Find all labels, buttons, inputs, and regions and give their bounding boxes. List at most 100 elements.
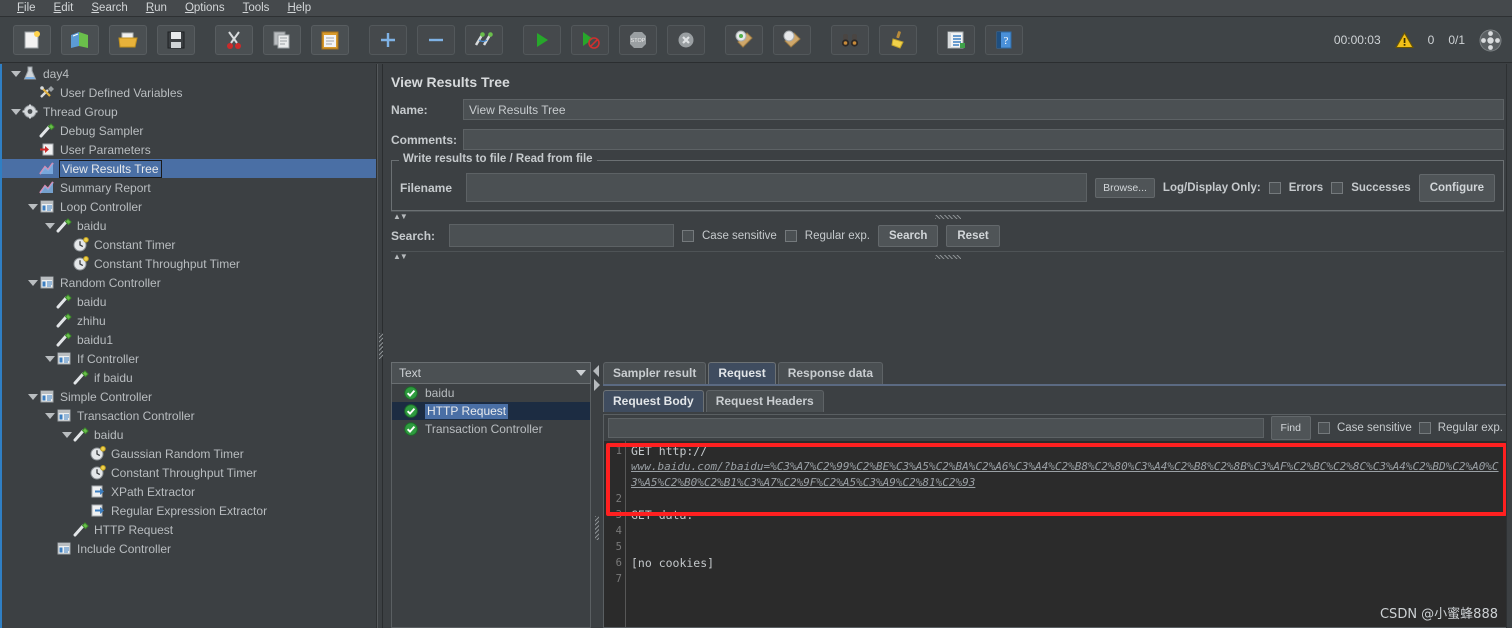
tree-node-regular-expression-extractor[interactable]: Regular Expression Extractor (2, 501, 376, 520)
configure-button[interactable]: Configure (1418, 173, 1495, 202)
tree-node-summary-report[interactable]: Summary Report (2, 178, 376, 197)
chevron-down-icon[interactable] (10, 106, 21, 117)
copy-icon[interactable] (263, 24, 301, 55)
find-case-sensitive-checkbox[interactable] (1317, 422, 1330, 434)
find-regular-exp-checkbox[interactable] (1418, 422, 1431, 434)
comments-input[interactable] (463, 129, 1504, 150)
collapse-icon[interactable] (417, 24, 455, 55)
successes-checkbox[interactable] (1331, 181, 1344, 194)
code-area[interactable]: 1 2 3 4 5 6 7 GET http:// www.baidu.com/?baidu… (604, 441, 1511, 627)
menu-item-tools[interactable]: Tools (234, 0, 279, 16)
tree-node-xpath-extractor[interactable]: XPath Extractor (2, 482, 376, 501)
tree-node-http-request[interactable]: HTTP Request (2, 520, 376, 539)
tree-node-user-parameters[interactable]: User Parameters (2, 140, 376, 159)
search-case-sensitive-checkbox[interactable] (682, 229, 694, 242)
tree-node-thread-group[interactable]: Thread Group (2, 102, 376, 121)
menu-item-help[interactable]: Help (278, 0, 320, 16)
tab-response-data[interactable]: Response data (777, 362, 884, 384)
reset-search-icon[interactable] (879, 24, 917, 55)
result-tab-splitter[interactable] (591, 362, 603, 628)
clear-icon[interactable] (725, 24, 763, 55)
search-button[interactable]: Search (878, 224, 939, 247)
shutdown-icon[interactable] (667, 24, 705, 55)
tree-node-debug-sampler[interactable]: Debug Sampler (2, 121, 376, 140)
tree-node-baidu[interactable]: baidu (2, 292, 376, 311)
renderer-select[interactable]: Text (391, 362, 591, 384)
upper-splitter[interactable]: ▲▼ (391, 211, 1504, 221)
vertical-scrollbar[interactable] (1506, 64, 1512, 628)
tree-node-transaction-controller[interactable]: Transaction Controller (2, 406, 376, 425)
tree-node-constant-timer[interactable]: Constant Timer (2, 235, 376, 254)
errors-checkbox[interactable] (1268, 181, 1281, 194)
menu-item-edit[interactable]: Edit (45, 0, 83, 16)
chevron-down-icon[interactable] (44, 353, 55, 364)
tree-node-view-results-tree[interactable]: View Results Tree (2, 159, 376, 178)
filename-input[interactable] (466, 173, 1088, 202)
connection-icon[interactable] (1479, 29, 1502, 52)
tab-request-headers[interactable]: Request Headers (705, 390, 824, 412)
search-regular-exp-checkbox[interactable] (784, 229, 797, 242)
chevron-down-icon[interactable] (27, 391, 38, 402)
help-icon[interactable]: ? (985, 24, 1023, 55)
tree-node-gaussian-random-timer[interactable]: Gaussian Random Timer (2, 444, 376, 463)
tree-node-baidu1[interactable]: baidu1 (2, 330, 376, 349)
tree-node-if-baidu[interactable]: if baidu (2, 368, 376, 387)
tree-node-user-defined-variables[interactable]: User Defined Variables (2, 83, 376, 102)
find-input[interactable] (608, 418, 1264, 438)
reset-button[interactable]: Reset (946, 224, 1000, 247)
toggle-icon[interactable] (465, 24, 503, 55)
chevron-down-icon[interactable] (61, 429, 72, 440)
tab-sampler-result[interactable]: Sampler result (603, 362, 707, 384)
collapse-left-arrow-icon[interactable] (591, 364, 603, 394)
start-no-pauses-icon[interactable] (571, 24, 609, 55)
templates-icon[interactable] (61, 24, 99, 55)
tree-node-random-controller[interactable]: Random Controller (2, 273, 376, 292)
tree-node-baidu[interactable]: baidu (2, 216, 376, 235)
search-binoculars-icon[interactable] (831, 24, 869, 55)
result-item[interactable]: HTTP Request (392, 402, 590, 420)
tab-request[interactable]: Request (708, 362, 776, 384)
lower-splitter[interactable]: ▲▼ (391, 251, 1504, 261)
test-plan-tree[interactable]: day4 User Defined Variables Thread Group De… (0, 64, 377, 628)
tree-node-baidu[interactable]: baidu (2, 425, 376, 444)
menu-item-search[interactable]: Search (82, 0, 136, 16)
chevron-down-icon[interactable] (10, 68, 21, 79)
tab-request-body[interactable]: Request Body (603, 390, 704, 412)
stop-icon[interactable]: STOP (619, 24, 657, 55)
menu-item-file[interactable]: File (8, 0, 45, 16)
warning-icon[interactable] (1394, 31, 1414, 49)
tree-node-loop-controller[interactable]: Loop Controller (2, 197, 376, 216)
open-icon[interactable] (109, 24, 147, 55)
name-input[interactable] (463, 99, 1504, 120)
paste-icon[interactable] (311, 24, 349, 55)
tree-node-simple-controller[interactable]: Simple Controller (2, 387, 376, 406)
tree-node-day4[interactable]: day4 (2, 64, 376, 83)
new-icon[interactable] (13, 24, 51, 55)
chevron-down-icon[interactable] (27, 277, 38, 288)
tree-node-include-controller[interactable]: Include Controller (2, 539, 376, 558)
chevron-down-icon[interactable] (27, 201, 38, 212)
find-button[interactable]: Find (1270, 416, 1311, 440)
function-helper-icon[interactable] (937, 24, 975, 55)
cut-icon[interactable] (215, 24, 253, 55)
search-input[interactable] (449, 224, 674, 247)
tree-node-if-controller[interactable]: If Controller (2, 349, 376, 368)
sample-result-tree[interactable]: baidu HTTP Request Transaction Controller (391, 384, 591, 628)
tree-node-constant-throughput-timer[interactable]: Constant Throughput Timer (2, 463, 376, 482)
menu-item-run[interactable]: Run (137, 0, 176, 16)
result-item[interactable]: Transaction Controller (392, 420, 590, 438)
start-icon[interactable] (523, 24, 561, 55)
save-icon[interactable] (157, 24, 195, 55)
chevron-down-icon[interactable] (44, 410, 55, 421)
splitter-arrows[interactable]: ▲▼ (393, 253, 408, 261)
browse-button[interactable]: Browse... (1095, 177, 1155, 198)
code-text[interactable]: GET http:// www.baidu.com/?baidu=%C3%A7%… (626, 441, 1511, 627)
expand-icon[interactable] (369, 24, 407, 55)
request-url-link[interactable]: www.baidu.com/?baidu=%C3%A7%C2%99%C2%BE%… (631, 459, 1505, 491)
clear-all-icon[interactable] (773, 24, 811, 55)
menu-item-options[interactable]: Options (176, 0, 234, 16)
chevron-down-icon[interactable] (44, 220, 55, 231)
tree-node-constant-throughput-timer[interactable]: Constant Throughput Timer (2, 254, 376, 273)
result-item[interactable]: baidu (392, 384, 590, 402)
splitter-arrows[interactable]: ▲▼ (393, 213, 408, 221)
